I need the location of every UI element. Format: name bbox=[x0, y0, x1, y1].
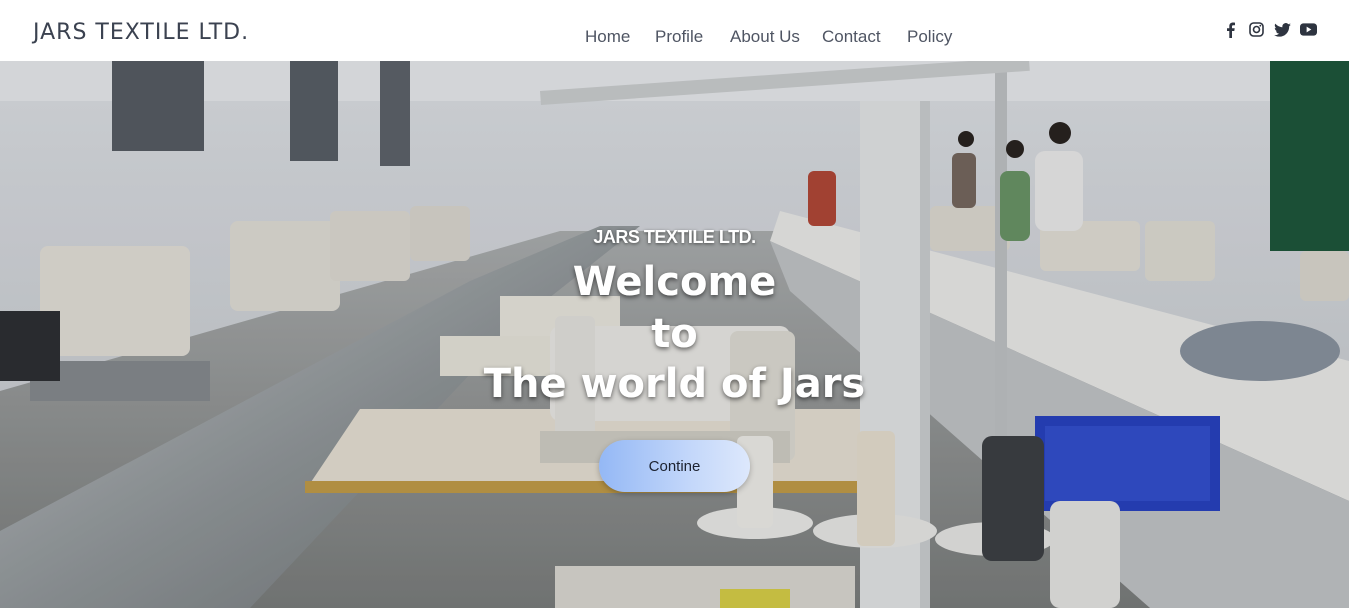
brand-logo-text[interactable]: JARS TEXTILE LTD. bbox=[33, 20, 249, 45]
nav-contact-link[interactable]: Contact bbox=[822, 27, 881, 47]
nav-profile-link[interactable]: Profile bbox=[655, 27, 703, 47]
continue-button[interactable]: Contine bbox=[599, 440, 750, 492]
top-navbar: JARS TEXTILE LTD. Home Profile About Us … bbox=[0, 0, 1349, 61]
nav-home-link[interactable]: Home bbox=[585, 27, 630, 47]
nav-about-link[interactable]: About Us bbox=[730, 27, 800, 47]
hero-section: JARS TEXTILE LTD. Welcome to The world o… bbox=[0, 61, 1349, 608]
youtube-icon[interactable] bbox=[1300, 21, 1317, 38]
hero-headline-line-2: to bbox=[651, 311, 698, 357]
twitter-icon[interactable] bbox=[1274, 21, 1291, 38]
facebook-icon[interactable] bbox=[1222, 21, 1239, 38]
hero-tagline: JARS TEXTILE LTD. bbox=[593, 227, 756, 247]
hero-headline-line-1: Welcome bbox=[572, 259, 777, 305]
hero-headline-line-3: The world of Jars bbox=[483, 361, 866, 407]
social-links bbox=[1222, 21, 1317, 38]
instagram-icon[interactable] bbox=[1248, 21, 1265, 38]
nav-policy-link[interactable]: Policy bbox=[907, 27, 952, 47]
